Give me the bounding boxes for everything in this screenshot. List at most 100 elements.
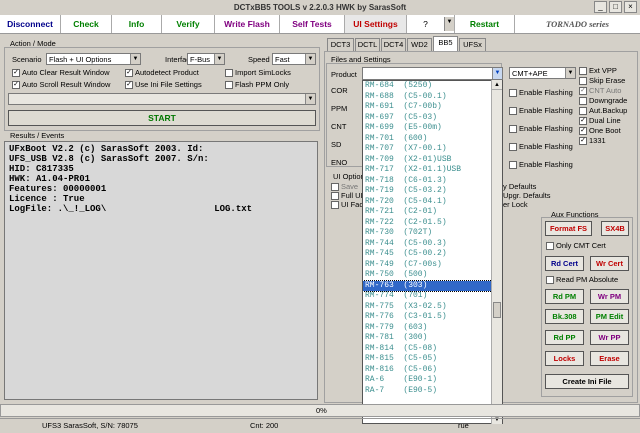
info-button[interactable]: Info <box>112 15 162 33</box>
save-option[interactable]: Save <box>331 182 358 192</box>
enable-flashing-option[interactable]: Enable Flashing <box>509 124 573 134</box>
status-count: Cnt: 200 <box>250 421 279 430</box>
product-list-item[interactable]: RM-720 (C5-04.1) <box>363 197 502 208</box>
speed-select[interactable]: Fast ▼ <box>272 53 316 65</box>
write-flash-button[interactable]: Write Flash <box>215 15 280 33</box>
product-list-item[interactable]: RM-709 (X2-01)USB <box>363 155 502 166</box>
product-list-item[interactable]: RM-779 (603) <box>363 323 502 334</box>
option-one-boot[interactable]: ✓ One Boot <box>579 126 621 136</box>
option-ext-vpp[interactable]: Ext VPP <box>579 66 617 76</box>
option-skip-erase[interactable]: Skip Erase <box>579 76 625 86</box>
product-list-item[interactable]: RM-775 (X3-02.5) <box>363 302 502 313</box>
verify-button[interactable]: Verify <box>162 15 215 33</box>
pm-edit-button[interactable]: PM Edit <box>590 309 629 324</box>
option-downgrade[interactable]: Downgrade <box>579 96 627 106</box>
rd-pp-button[interactable]: Rd PP <box>545 330 584 345</box>
product-list-item[interactable]: RM-814 (C5-08) <box>363 344 502 355</box>
full-ui-option[interactable]: Full UI <box>331 191 363 201</box>
product-list-item[interactable]: RM-749 (C7-00s) <box>363 260 502 271</box>
product-list-item[interactable]: RM-781 (300) <box>363 333 502 344</box>
only-cmt-option[interactable]: Only CMT Cert <box>546 241 606 251</box>
tab-wd2[interactable]: WD2 <box>407 38 432 51</box>
scenario-select[interactable]: Flash + UI Options ▼ <box>46 53 141 65</box>
product-list-item[interactable]: RM-745 (C5-00.2) <box>363 249 502 260</box>
enable-flashing-option[interactable]: Enable Flashing <box>509 142 573 152</box>
product-list-item[interactable]: RM-717 (X2-01.1)USB <box>363 165 502 176</box>
product-list-item[interactable]: RM-688 (C5-00.1) <box>363 92 502 103</box>
start-button[interactable]: START <box>8 110 316 126</box>
enable-flashing-option[interactable]: Enable Flashing <box>509 106 573 116</box>
product-list[interactable]: RM-684 (5250) RM-688 (C5-00.1) RM-691 (C7-… <box>362 80 503 424</box>
tab-dctl[interactable]: DCTL <box>355 38 380 51</box>
tab-dct3[interactable]: DCT3 <box>327 38 354 51</box>
file-row-sd-label: SD <box>331 140 342 149</box>
option-1331[interactable]: ✓ 1331 <box>579 136 606 146</box>
ui-factory-option[interactable]: UI Fac <box>331 200 363 210</box>
product-list-item[interactable]: RM-721 (C2-01) <box>363 207 502 218</box>
rd-pm-button[interactable]: Rd PM <box>545 289 584 304</box>
tab-bb5[interactable]: BB5 <box>433 36 458 51</box>
help-dropdown[interactable]: ? ▼ <box>407 15 455 33</box>
bk308-button[interactable]: Bk.308 <box>545 309 584 324</box>
wr-pm-button[interactable]: Wr PM <box>590 289 629 304</box>
disconnect-button[interactable]: Disconnect <box>0 15 61 33</box>
product-list-item[interactable]: RA-6 (E90-1) <box>363 375 502 386</box>
product-select[interactable]: ▼ <box>362 67 503 80</box>
wr-cert-button[interactable]: Wr Cert <box>590 256 629 271</box>
option-aut-backup[interactable]: Aut.Backup <box>579 106 627 116</box>
mode-select[interactable]: CMT+APE ▼ <box>509 67 576 79</box>
create-ini-button[interactable]: Create Ini File <box>545 374 629 389</box>
erase-button[interactable]: Erase <box>590 351 629 366</box>
auto-clear-option[interactable]: ✓ Auto Clear Result Window <box>12 68 110 78</box>
self-tests-button[interactable]: Self Tests <box>280 15 345 33</box>
check-button[interactable]: Check <box>61 15 112 33</box>
product-list-item[interactable]: RM-691 (C7-00b) <box>363 102 502 113</box>
scroll-up-icon[interactable]: ▲ <box>492 80 502 90</box>
product-list-item[interactable]: RM-776 (C3-01.5) <box>363 312 502 323</box>
enable-flashing-option[interactable]: Enable Flashing <box>509 160 573 170</box>
product-list-item[interactable]: RM-719 (C5-03.2) <box>363 186 502 197</box>
product-list-item[interactable]: RM-744 (C5-00.3) <box>363 239 502 250</box>
scroll-thumb[interactable] <box>493 302 501 318</box>
product-list-item[interactable]: RM-816 (C5-06) <box>363 365 502 376</box>
autodetect-option[interactable]: ✓ Autodetect Product <box>125 68 199 78</box>
tab-ufsx[interactable]: UFSx <box>459 38 486 51</box>
wr-pp-button[interactable]: Wr PP <box>590 330 629 345</box>
import-simlocks-option[interactable]: Import SimLocks <box>225 68 291 78</box>
user-lock-option: er Lock <box>503 200 528 209</box>
read-pm-absolute-option[interactable]: Read PM Absolute <box>546 275 618 285</box>
maximize-button[interactable]: □ <box>609 1 622 13</box>
ui-settings-button[interactable]: UI Settings <box>345 15 407 33</box>
product-list-item[interactable]: RM-697 (C5-03) <box>363 113 502 124</box>
list-scrollbar[interactable]: ▲ ▼ <box>491 80 502 424</box>
close-button[interactable]: × <box>624 1 637 13</box>
locks-button[interactable]: Locks <box>545 351 584 366</box>
option-cnt-auto[interactable]: ✓ CNT Auto <box>579 86 621 96</box>
rd-cert-button[interactable]: Rd Cert <box>545 256 584 271</box>
product-list-item[interactable]: RM-730 (702T) <box>363 228 502 239</box>
interface-select[interactable]: F-Bus ▼ <box>187 53 225 65</box>
product-list-item[interactable]: RM-701 (600) <box>363 134 502 145</box>
product-list-item[interactable]: RM-815 (C5-05) <box>363 354 502 365</box>
auto-scroll-option[interactable]: ✓ Auto Scroll Result Window <box>12 80 110 90</box>
device-select[interactable]: ▼ <box>8 93 316 105</box>
product-list-item[interactable]: RM-750 (500) <box>363 270 502 281</box>
product-list-item[interactable]: RM-699 (E5-00m) <box>363 123 502 134</box>
product-list-item[interactable]: RM-774 (701) <box>363 291 502 302</box>
enable-flashing-option[interactable]: Enable Flashing <box>509 88 573 98</box>
minimize-button[interactable]: _ <box>594 1 607 13</box>
product-list-item[interactable]: RM-684 (5250) <box>363 81 502 92</box>
checkbox-icon: ✓ <box>579 137 587 146</box>
product-list-item[interactable]: RM-718 (C6-01.3) <box>363 176 502 187</box>
use-ini-option[interactable]: ✓ Use Ini File Settings <box>125 80 202 90</box>
product-list-item[interactable]: RM-763 (303) <box>363 279 502 292</box>
product-list-item[interactable]: RA-7 (E90-5) <box>363 386 502 397</box>
flash-ppm-only-option[interactable]: Flash PPM Only <box>225 80 289 90</box>
product-list-item[interactable]: RM-722 (C2-01.5) <box>363 218 502 229</box>
product-list-item[interactable]: RM-707 (X7-00.1) <box>363 144 502 155</box>
sx4b-button[interactable]: SX4B <box>601 221 629 236</box>
format-fs-button[interactable]: Format FS <box>545 221 592 236</box>
restart-button[interactable]: Restart <box>455 15 515 33</box>
tab-dct4[interactable]: DCT4 <box>381 38 406 51</box>
option-dual-line[interactable]: ✓ Dual Line <box>579 116 621 126</box>
